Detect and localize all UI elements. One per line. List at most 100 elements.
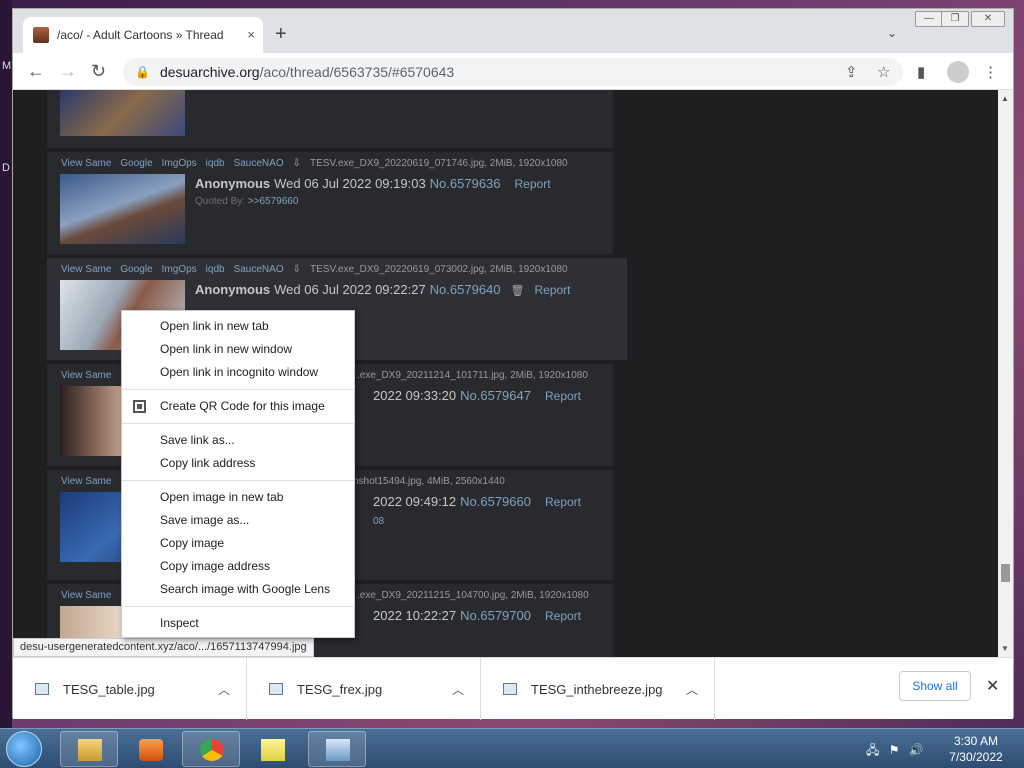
start-button[interactable] [6,731,42,767]
volume-icon[interactable]: 🔊 [909,743,924,757]
network-icon[interactable]: 🖧 [866,743,879,757]
close-window-button[interactable]: ✕ [971,11,1005,27]
menu-kebab-icon[interactable]: ⋮ [983,63,998,81]
ctx-save-image-as[interactable]: Save image as... [122,509,354,532]
view-same-link[interactable]: View Same [61,264,111,275]
new-tab-button[interactable]: + [275,23,287,46]
taskbar-sticky-notes[interactable] [243,731,301,767]
saucenao-link[interactable]: SauceNAO [234,158,284,169]
sticky-notes-icon [261,739,285,761]
close-shelf-icon[interactable]: ✕ [986,676,999,696]
delete-icon[interactable]: 🗑 [511,285,525,297]
post-number[interactable]: No.6579700 [460,608,531,623]
browser-tab[interactable]: /aco/ - Adult Cartoons » Thread × [23,17,263,53]
file-info[interactable]: TESV.exe_DX9_20220619_071746.jpg, 2MiB, … [310,158,568,169]
show-all-button[interactable]: Show all [899,671,971,701]
post-number[interactable]: No.6579660 [460,494,531,509]
post-date: 2022 09:49:12 [373,494,457,509]
view-same-link[interactable]: View Same [61,370,111,381]
google-link[interactable]: Google [120,264,152,275]
ctx-search-google-lens[interactable]: Search image with Google Lens [122,578,354,601]
imgops-link[interactable]: ImgOps [162,158,197,169]
ctx-inspect[interactable]: Inspect [122,612,354,635]
action-center-icon[interactable]: ⚑ [889,743,900,757]
file-info[interactable]: nshot15494.jpg, 4MiB, 2560x1440 [353,476,505,487]
view-same-link[interactable]: View Same [61,476,111,487]
download-item[interactable]: TESG_table.jpg ︿ [13,658,247,720]
reload-icon[interactable]: ↻ [91,61,106,82]
restore-button[interactable]: ❐ [941,11,969,27]
share-icon[interactable]: ⇪ [845,63,858,81]
google-link[interactable]: Google [120,158,152,169]
file-info[interactable]: .exe_DX9_20211215_104700.jpg, 2MiB, 1920… [357,590,589,601]
quote-link[interactable]: 08 [373,516,384,527]
post-number[interactable]: No.6579647 [460,388,531,403]
download-item[interactable]: TESG_inthebreeze.jpg ︿ [481,658,715,720]
menu-divider [122,606,354,607]
download-icon[interactable]: ⇩ [293,264,301,275]
scroll-down-icon[interactable]: ▼ [1001,644,1009,653]
imgops-link[interactable]: ImgOps [162,264,197,275]
view-same-link[interactable]: View Same [61,158,111,169]
download-icon[interactable]: ⇩ [293,158,301,169]
report-link[interactable]: Report [534,283,570,297]
post-partial-top [47,90,613,148]
file-info[interactable]: TESV.exe_DX9_20220619_073002.jpg, 2MiB, … [310,264,568,275]
browser-toolbar: ← → ↻ 🔒 desuarchive.org/aco/thread/65637… [13,53,1013,90]
ctx-save-link-as[interactable]: Save link as... [122,429,354,452]
scroll-up-icon[interactable]: ▲ [1001,94,1009,103]
chevron-up-icon[interactable]: ︿ [218,681,230,698]
back-icon[interactable]: ← [27,61,45,82]
taskbar-media-player[interactable] [121,731,179,767]
file-info[interactable]: .exe_DX9_20211214_101711.jpg, 2MiB, 1920… [357,370,588,381]
tab-search-button[interactable]: ⌄ [887,26,897,40]
ctx-open-link-new-tab[interactable]: Open link in new tab [122,315,354,338]
report-link[interactable]: Report [545,495,581,509]
address-bar[interactable]: 🔒 desuarchive.org/aco/thread/6563735/#65… [123,58,903,86]
side-panel-icon[interactable]: ▮ [917,63,925,81]
windows-taskbar: 🖧 ⚑ 🔊 3:30 AM 7/30/2022 [0,728,1024,768]
remote-desktop-icon [326,739,350,761]
report-link[interactable]: Report [545,389,581,403]
tab-strip: /aco/ - Adult Cartoons » Thread × + ⌄ — … [13,9,1013,53]
close-tab-icon[interactable]: × [247,27,255,42]
iqdb-link[interactable]: iqdb [206,264,225,275]
post-thumbnail[interactable] [60,90,185,136]
post-info: 2022 09:33:20 No.6579647 Report [373,388,581,403]
taskbar-chrome[interactable] [182,731,240,767]
taskbar-explorer[interactable] [60,731,118,767]
ctx-copy-image-address[interactable]: Copy image address [122,555,354,578]
quote-link[interactable]: >>6579660 [248,196,299,207]
menu-divider [122,423,354,424]
chevron-up-icon[interactable]: ︿ [452,681,464,698]
bookmark-star-icon[interactable]: ☆ [877,63,890,81]
vertical-scrollbar[interactable]: ▲ ▼ [998,90,1013,657]
report-link[interactable]: Report [545,609,581,623]
system-clock[interactable]: 3:30 AM 7/30/2022 [940,733,1012,765]
download-shelf: TESG_table.jpg ︿ TESG_frex.jpg ︿ TESG_in… [13,657,1013,720]
scrollbar-thumb[interactable] [1001,564,1010,582]
minimize-button[interactable]: — [915,11,943,27]
post-date: Wed 06 Jul 2022 09:19:03 [274,176,426,191]
post-number[interactable]: No.6579640 [430,282,501,297]
ctx-copy-image[interactable]: Copy image [122,532,354,555]
ctx-create-qr-code[interactable]: Create QR Code for this image [122,395,354,418]
ctx-open-link-new-window[interactable]: Open link in new window [122,338,354,361]
post-number[interactable]: No.6579636 [430,176,501,191]
taskbar-remote[interactable] [308,731,366,767]
clock-date: 7/30/2022 [949,750,1003,764]
forward-icon[interactable]: → [59,61,77,82]
media-player-icon [139,739,163,761]
report-link[interactable]: Report [515,177,551,191]
chevron-up-icon[interactable]: ︿ [686,681,698,698]
download-item[interactable]: TESG_frex.jpg ︿ [247,658,481,720]
menu-divider [122,389,354,390]
view-same-link[interactable]: View Same [61,590,111,601]
saucenao-link[interactable]: SauceNAO [234,264,284,275]
post-thumbnail[interactable] [60,174,185,244]
ctx-open-link-incognito[interactable]: Open link in incognito window [122,361,354,384]
iqdb-link[interactable]: iqdb [206,158,225,169]
ctx-open-image-new-tab[interactable]: Open image in new tab [122,486,354,509]
ctx-copy-link-address[interactable]: Copy link address [122,452,354,475]
profile-avatar[interactable] [947,61,969,83]
